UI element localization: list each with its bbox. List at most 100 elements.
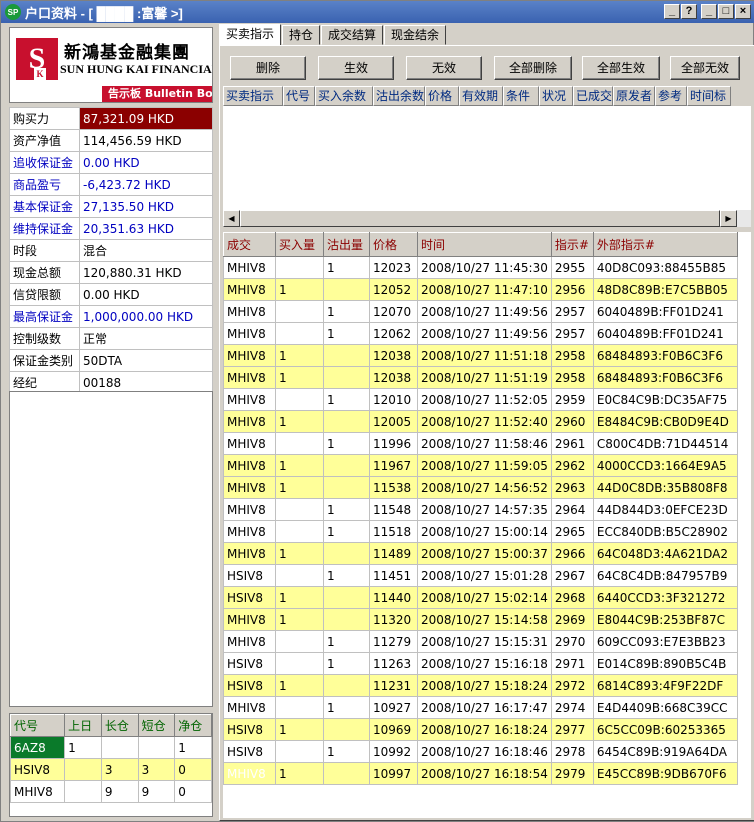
positions-row[interactable]: 6AZ8 1 1 — [9, 736, 212, 759]
tab-cash-balance[interactable]: 现金结余 — [384, 25, 447, 45]
minimize-button[interactable]: _ — [701, 4, 717, 19]
delete-button[interactable]: 删除 — [230, 56, 306, 80]
positions-row[interactable]: MHIV8 9 9 0 — [9, 780, 212, 803]
trade-cell: 2008/10/27 14:56:52 — [417, 476, 552, 499]
trade-cell: 2958 — [550, 344, 594, 367]
trade-row[interactable]: HSIV8 1 11231 2008/10/27 15:18:24 2972 6814C8… — [223, 674, 738, 697]
deactivate-all-button[interactable]: 全部无效 — [670, 56, 740, 80]
horizontal-scrollbar[interactable]: ◀ ▶ — [223, 210, 751, 227]
positions-column-header[interactable]: 短仓 — [137, 714, 176, 737]
account-row: 资产净值 114,456.59 HKD — [9, 129, 213, 152]
positions-cell: 3 — [100, 758, 139, 781]
trade-row[interactable]: MHIV8 1 12062 2008/10/27 11:49:56 2957 604048… — [223, 322, 738, 345]
scroll-thumb[interactable] — [240, 210, 720, 227]
trade-row[interactable]: MHIV8 1 11320 2008/10/27 15:14:58 2969 E8044C… — [223, 608, 738, 631]
trade-column-header[interactable]: 买入量 — [275, 232, 324, 257]
order-table-body[interactable] — [223, 106, 751, 210]
order-column-header[interactable]: 状况 — [539, 86, 573, 106]
tab-orders[interactable]: 买卖指示 — [219, 24, 282, 45]
help-button[interactable]: ? — [681, 4, 697, 19]
trade-cell: 6040489B:FF01D241 — [592, 300, 738, 323]
trade-cell: 2008/10/27 15:01:28 — [417, 564, 552, 587]
trade-column-header[interactable]: 成交 — [223, 232, 276, 257]
order-column-header[interactable]: 原发者 — [613, 86, 655, 106]
order-column-header[interactable]: 已成交 — [573, 86, 613, 106]
trade-cell: 2008/10/27 11:49:56 — [417, 300, 552, 323]
trade-cell: 2979 — [550, 762, 594, 785]
trade-cell: 2957 — [550, 300, 594, 323]
order-column-header[interactable]: 条件 — [503, 86, 539, 106]
trade-row[interactable]: MHIV8 1 11967 2008/10/27 11:59:05 2962 4000CC… — [223, 454, 738, 477]
trade-cell: 40D8C093:88455B85 — [592, 256, 738, 279]
tab-settlement[interactable]: 成交结算 — [321, 25, 384, 45]
trade-cell: HSIV8 — [223, 718, 276, 741]
trade-cell: 2957 — [550, 322, 594, 345]
trade-cell: E4D4409B:668C39CC — [592, 696, 738, 719]
trade-row[interactable]: HSIV8 1 11451 2008/10/27 15:01:28 2967 64C8C4… — [223, 564, 738, 587]
trade-cell: 1 — [275, 344, 324, 367]
trade-cell: HSIV8 — [223, 740, 276, 763]
trade-row[interactable]: MHIV8 1 11548 2008/10/27 14:57:35 2964 44D844… — [223, 498, 738, 521]
trade-row[interactable]: MHIV8 1 11538 2008/10/27 14:56:52 2963 44D0C8… — [223, 476, 738, 499]
activate-all-button[interactable]: 全部生效 — [582, 56, 660, 80]
trade-row[interactable]: HSIV8 1 11440 2008/10/27 15:02:14 2968 6440CC… — [223, 586, 738, 609]
trade-row[interactable]: HSIV8 1 11263 2008/10/27 15:16:18 2971 E014C8… — [223, 652, 738, 675]
order-column-header[interactable]: 参考 — [655, 86, 687, 106]
trade-row[interactable]: HSIV8 1 10992 2008/10/27 16:18:46 2978 6454C8… — [223, 740, 738, 763]
trade-cell: 44D844D3:0EFCE23D — [592, 498, 738, 521]
trade-cell — [323, 366, 370, 389]
trade-column-header[interactable]: 时间 — [417, 232, 552, 257]
title-bar[interactable]: SP 户口资料 - [ ████ :富馨 >] _ ? _ □ × — [1, 1, 754, 23]
trade-row[interactable]: MHIV8 1 12010 2008/10/27 11:52:05 2959 E0C84C… — [223, 388, 738, 411]
order-column-header[interactable]: 买入余数 — [315, 86, 373, 106]
deactivate-button[interactable]: 无效 — [406, 56, 482, 80]
trade-row[interactable]: HSIV8 1 10969 2008/10/27 16:18:24 2977 6C5CC0… — [223, 718, 738, 741]
order-column-header[interactable]: 代号 — [283, 86, 315, 106]
trade-column-header[interactable]: 沽出量 — [323, 232, 370, 257]
close-button[interactable]: × — [735, 4, 751, 19]
positions-column-header[interactable]: 长仓 — [100, 714, 139, 737]
positions-column-header[interactable]: 代号 — [9, 714, 66, 737]
order-column-header[interactable]: 价格 — [425, 86, 459, 106]
trade-row[interactable]: MHIV8 1 12038 2008/10/27 11:51:18 2958 684848… — [223, 344, 738, 367]
trade-row[interactable]: MHIV8 1 12038 2008/10/27 11:51:19 2958 684848… — [223, 366, 738, 389]
pin-button[interactable]: _ — [664, 4, 680, 19]
scroll-right-icon[interactable]: ▶ — [720, 210, 737, 227]
tab-holdings[interactable]: 持仓 — [282, 25, 321, 45]
trade-cell: 609CC093:E7E3BB23 — [592, 630, 738, 653]
trade-row[interactable]: MHIV8 1 12070 2008/10/27 11:49:56 2957 604048… — [223, 300, 738, 323]
trade-cell: 2008/10/27 11:58:46 — [417, 432, 552, 455]
account-value: -6,423.72 HKD — [79, 173, 213, 196]
scroll-left-icon[interactable]: ◀ — [223, 210, 240, 227]
trade-cell: 10969 — [369, 718, 418, 741]
bulletin-board-button[interactable]: 告示板 Bulletin Board — [102, 86, 212, 102]
trade-row[interactable]: MHIV8 1 12052 2008/10/27 11:47:10 2956 48D8C8… — [223, 278, 738, 301]
order-column-header[interactable]: 时间标 — [687, 86, 731, 106]
account-label: 购买力 — [9, 107, 80, 130]
trade-column-header[interactable]: 价格 — [369, 232, 418, 257]
trade-cell: 1 — [323, 740, 370, 763]
trade-cell: MHIV8 — [223, 520, 276, 543]
order-column-header[interactable]: 有效期 — [459, 86, 503, 106]
positions-column-header[interactable]: 上日 — [64, 714, 102, 737]
account-value: 混合 — [79, 239, 213, 262]
positions-column-header[interactable]: 净仓 — [174, 714, 212, 737]
trade-column-header[interactable]: 外部指示# — [592, 232, 738, 257]
maximize-button[interactable]: □ — [718, 4, 734, 19]
positions-row[interactable]: HSIV8 3 3 0 — [9, 758, 212, 781]
trade-row[interactable]: MHIV8 1 11279 2008/10/27 15:15:31 2970 609CC0… — [223, 630, 738, 653]
trade-column-header[interactable]: 指示# — [550, 232, 594, 257]
activate-button[interactable]: 生效 — [318, 56, 394, 80]
delete-all-button[interactable]: 全部删除 — [494, 56, 572, 80]
trade-row[interactable]: MHIV8 1 11996 2008/10/27 11:58:46 2961 C800C4… — [223, 432, 738, 455]
account-row: 基本保证金 27,135.50 HKD — [9, 195, 213, 218]
trade-row[interactable]: MHIV8 1 10927 2008/10/27 16:17:47 2974 E4D440… — [223, 696, 738, 719]
order-column-header[interactable]: 买卖指示 — [223, 86, 283, 106]
trade-row[interactable]: MHIV8 1 12005 2008/10/27 11:52:40 2960 E8484C… — [223, 410, 738, 433]
trade-row[interactable]: MHIV8 1 11489 2008/10/27 15:00:37 2966 64C048… — [223, 542, 738, 565]
trade-cell: 12062 — [369, 322, 418, 345]
order-column-header[interactable]: 沽出余数 — [373, 86, 425, 106]
trade-row[interactable]: MHIV8 1 11518 2008/10/27 15:00:14 2965 ECC840… — [223, 520, 738, 543]
trade-row[interactable]: MHIV8 1 10997 2008/10/27 16:18:54 2979 E45CC8… — [223, 762, 738, 785]
trade-row[interactable]: MHIV8 1 12023 2008/10/27 11:45:30 2955 40D8C0… — [223, 256, 738, 279]
